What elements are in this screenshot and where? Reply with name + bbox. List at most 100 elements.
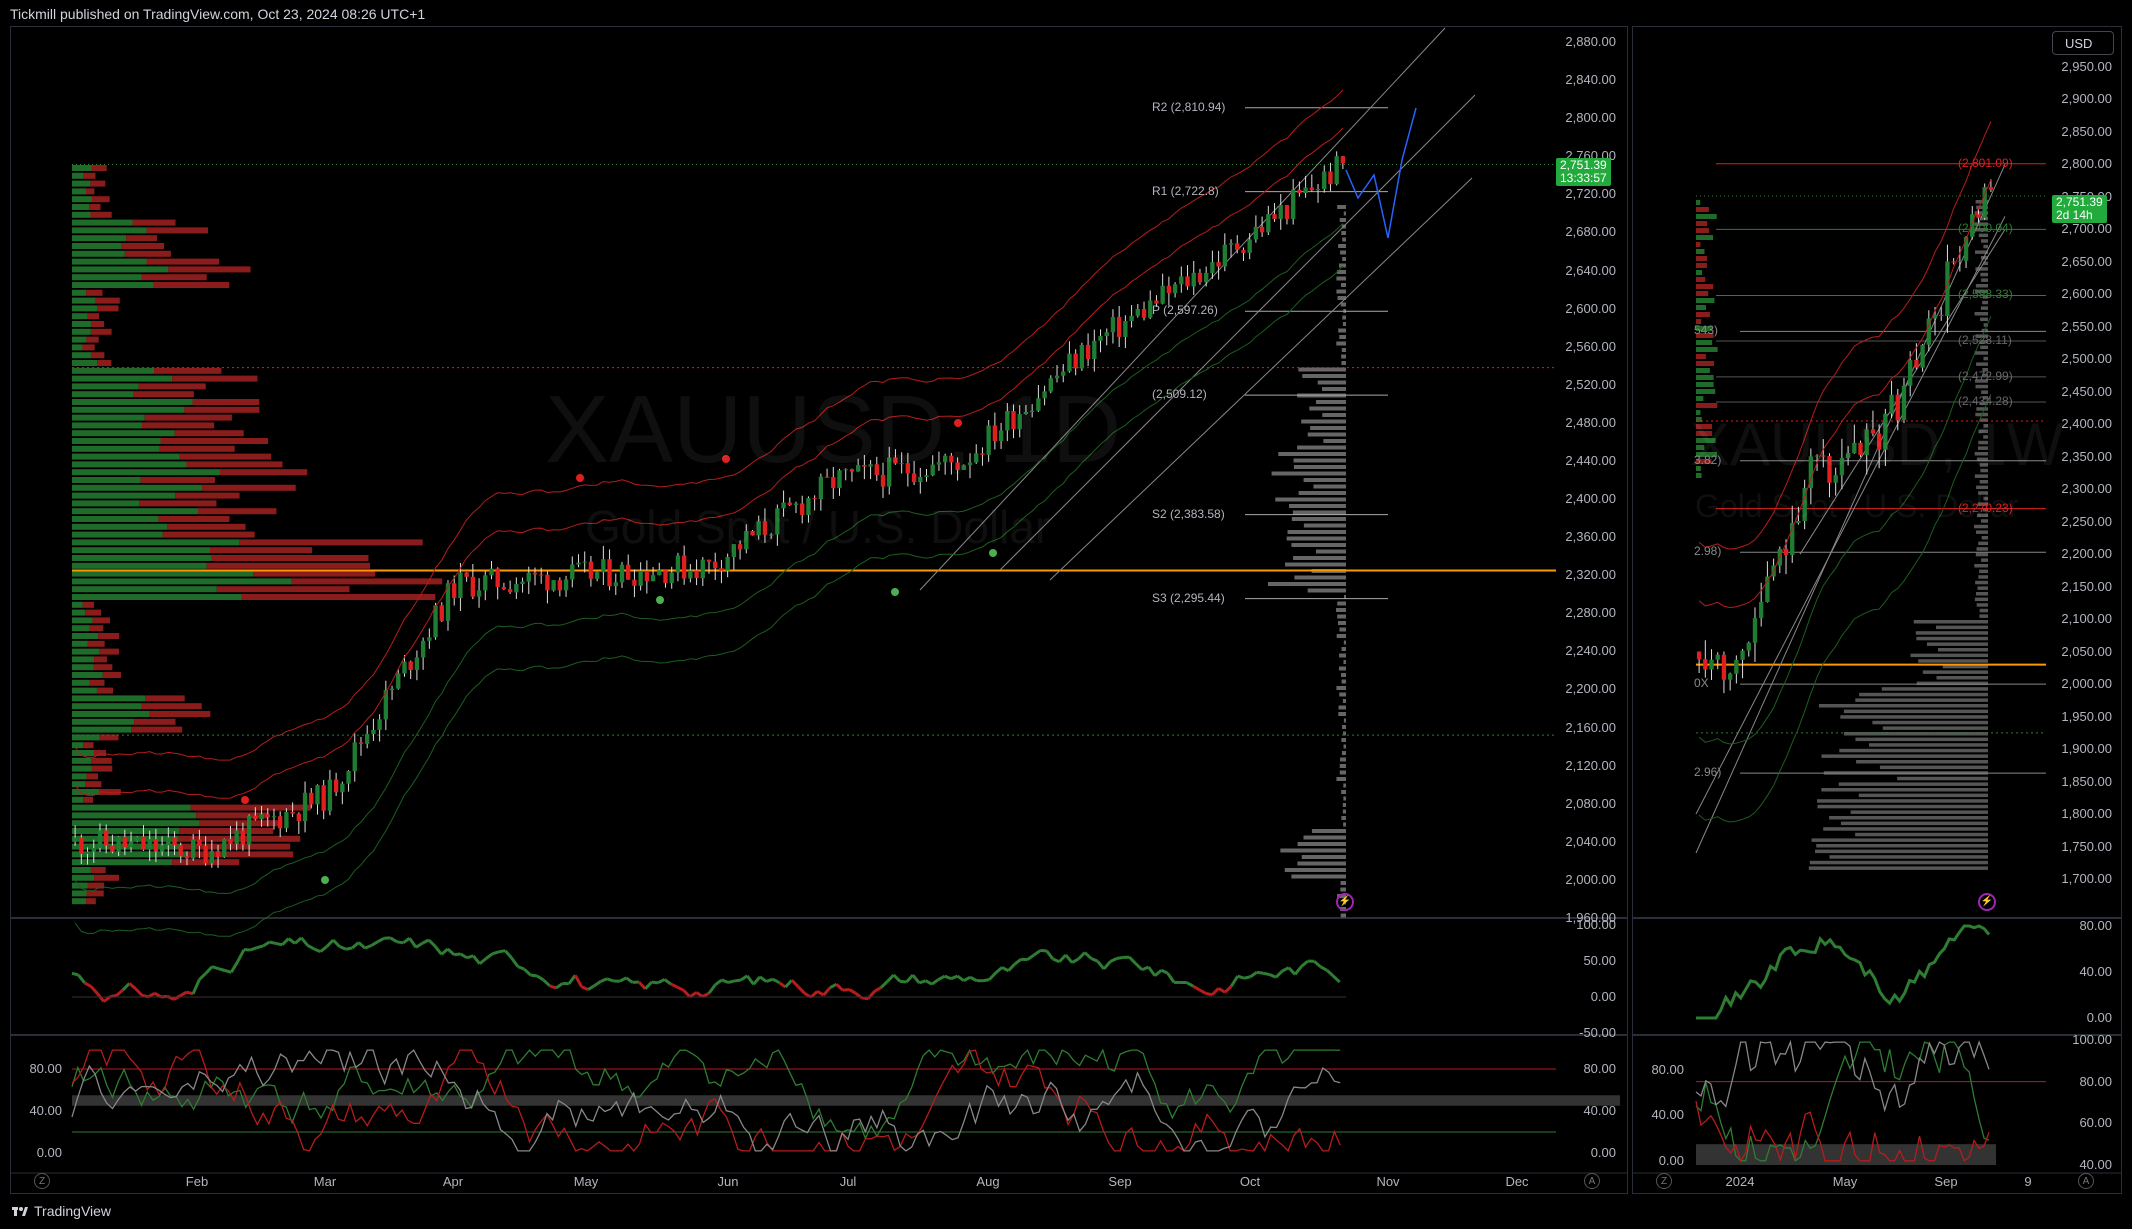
currency-button[interactable]: USD <box>2052 31 2114 55</box>
volume-bar <box>1975 552 1988 557</box>
candle-body <box>333 779 339 793</box>
volume-bar <box>1821 788 1988 792</box>
candle-body <box>1315 188 1321 191</box>
volume-bar <box>1696 249 1705 254</box>
candle-body <box>1696 651 1702 660</box>
volume-bar <box>1337 205 1346 209</box>
volume-bar-up <box>72 882 88 889</box>
volume-bar <box>1974 564 1988 568</box>
left-auto-button[interactable]: A <box>1584 1173 1600 1189</box>
volume-bar <box>1307 432 1346 437</box>
volume-bar <box>1696 228 1709 233</box>
candle-body <box>582 561 587 563</box>
volume-bar-down <box>178 835 301 842</box>
right-price-tick: 1,850.00 <box>2061 773 2112 789</box>
volume-bar <box>1696 263 1707 268</box>
osc1-segment <box>619 976 627 983</box>
osc1-segment <box>517 965 525 971</box>
osc1-segment <box>861 996 869 1001</box>
left-zoom-button[interactable]: Z <box>34 1173 50 1189</box>
right-auto-button[interactable]: A <box>2078 1173 2094 1189</box>
osc1-segment <box>695 991 704 998</box>
volume-bar-up <box>72 430 175 437</box>
osc1-segment <box>1141 965 1150 972</box>
right-lightning-icon[interactable]: ⚡ <box>1978 893 1996 911</box>
chart-canvas[interactable] <box>0 0 2132 1229</box>
osc1-segment <box>1128 956 1137 965</box>
candle-body <box>613 582 618 587</box>
candle-body <box>203 845 208 864</box>
volume-bar-up <box>72 453 180 460</box>
left-osc1-tick: 100.00 <box>1576 917 1616 932</box>
candle-body <box>1920 344 1925 368</box>
osc2-line <box>1695 1041 1990 1162</box>
volume-bar-down <box>94 750 107 756</box>
volume-bar-up <box>72 703 142 710</box>
volume-bar <box>1981 536 1988 540</box>
volume-bar <box>1974 597 1988 602</box>
osc1-segment <box>134 987 144 997</box>
volume-bar-up <box>72 523 168 530</box>
volume-bar-up <box>72 531 163 538</box>
osc1-segment <box>1274 969 1284 979</box>
osc1-segment <box>746 974 755 986</box>
volume-bar-up <box>72 250 125 257</box>
volume-bar <box>1343 660 1346 664</box>
candle-body <box>1297 189 1302 194</box>
candle-body <box>650 575 656 582</box>
osc1-line <box>1696 924 1991 1020</box>
candle-body <box>675 555 681 573</box>
left-lightning-icon[interactable]: ⚡ <box>1336 893 1354 911</box>
candle-body <box>147 839 152 850</box>
volume-bar-up <box>72 773 87 780</box>
osc1-segment <box>71 971 79 977</box>
osc1-segment <box>536 974 545 982</box>
volume-bar <box>1974 312 1988 316</box>
osc1-segment <box>1013 958 1023 966</box>
candle-body <box>402 661 407 674</box>
volume-bar-down <box>86 289 103 296</box>
volume-bar <box>1322 413 1346 417</box>
osc1-segment <box>459 952 468 960</box>
volume-bar <box>1342 315 1346 320</box>
candle-body <box>228 838 233 845</box>
osc1-segment <box>510 956 520 968</box>
candle-body <box>1291 189 1296 219</box>
osc1-segment <box>752 975 762 986</box>
right-osc1-tick: 40.00 <box>2079 964 2112 979</box>
right-price-tick: 1,900.00 <box>2061 741 2112 757</box>
right-osc2-left-tick: 0.00 <box>1658 1153 1684 1168</box>
volume-bar <box>1323 439 1346 443</box>
volume-bar-up <box>72 360 98 366</box>
volume-bar-down <box>89 625 104 632</box>
volume-bar <box>1341 816 1346 820</box>
volume-bar <box>1336 608 1346 612</box>
volume-bar-down <box>82 601 95 608</box>
osc1-segment <box>1026 953 1035 961</box>
volume-bar <box>1341 751 1346 755</box>
volume-bar <box>1342 809 1346 814</box>
osc1-segment <box>931 978 940 986</box>
level-label: 2.96) <box>1694 765 1722 780</box>
right-zoom-button[interactable]: Z <box>1656 1173 1672 1189</box>
candle-body <box>1235 243 1240 251</box>
candle-body <box>1123 321 1128 337</box>
volume-bar-down <box>91 165 107 171</box>
volume-bar <box>1293 556 1346 560</box>
volume-bar <box>1913 620 1988 624</box>
footer-brand[interactable]: TradingView <box>12 1203 111 1219</box>
volume-bar-down <box>89 679 105 686</box>
candle-body <box>327 779 333 811</box>
candle-body <box>1309 187 1314 191</box>
volume-bar-down <box>90 180 106 187</box>
candle-body <box>191 839 196 859</box>
volume-bar <box>1338 666 1346 671</box>
osc1-segment <box>842 987 850 992</box>
right-price-tick: 2,350.00 <box>2061 448 2112 464</box>
volume-bar <box>1882 726 1988 730</box>
osc1-segment <box>306 944 315 951</box>
volume-bar <box>1336 341 1346 346</box>
osc1-segment <box>969 975 978 982</box>
osc1-segment <box>204 965 214 975</box>
left-price-tick: 2,320.00 <box>1565 567 1616 583</box>
